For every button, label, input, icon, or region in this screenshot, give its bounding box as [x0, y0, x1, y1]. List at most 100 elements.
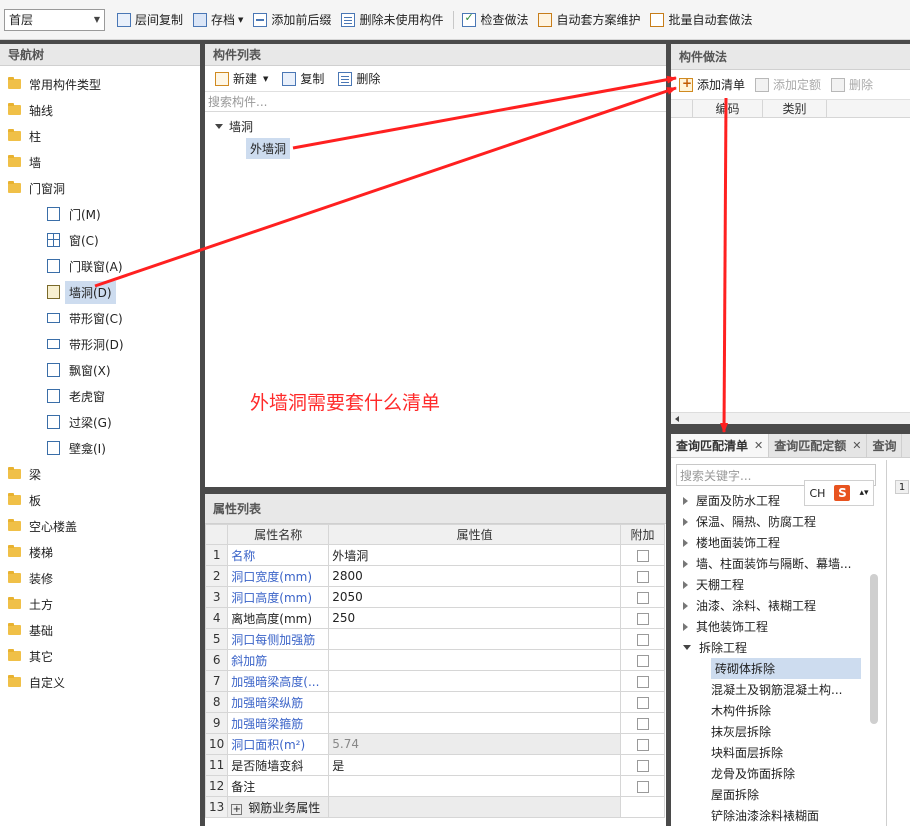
nav-group-item[interactable]: 门窗洞	[8, 176, 65, 200]
nav-child-item[interactable]: 门联窗(A)	[47, 254, 123, 278]
close-icon[interactable]: ✕	[852, 439, 861, 452]
property-row[interactable]: 11 是否随墙变斜是	[204, 754, 665, 776]
nav-child-item[interactable]: 飘窗(X)	[47, 358, 111, 382]
query-category[interactable]: 保温、隔热、防腐工程	[683, 511, 816, 532]
property-row[interactable]: 6 斜加筋	[204, 649, 665, 671]
attach-checkbox[interactable]	[636, 738, 649, 751]
query-subitem[interactable]: 抹灰层拆除	[711, 721, 771, 742]
query-subitem[interactable]: 木构件拆除	[711, 700, 771, 721]
nav-group-item[interactable]: 土方	[8, 592, 53, 616]
attach-checkbox[interactable]	[636, 633, 649, 646]
property-row[interactable]: 2 洞口宽度(mm) 2800	[204, 565, 665, 587]
property-value[interactable]	[328, 628, 622, 650]
query-subitem[interactable]: 块料面层拆除	[711, 742, 783, 763]
property-value[interactable]	[328, 775, 622, 797]
archive-button[interactable]: 存档 ▼	[189, 8, 249, 32]
query-category[interactable]: 天棚工程	[683, 574, 744, 595]
attach-checkbox[interactable]	[636, 780, 649, 793]
property-value[interactable]	[328, 649, 622, 671]
property-row[interactable]: 9 加强暗梁箍筋	[204, 712, 665, 734]
vertical-scrollbar[interactable]	[870, 574, 878, 724]
property-value[interactable]: 2800	[328, 565, 622, 587]
nav-child-item[interactable]: 门(M)	[47, 202, 101, 226]
add-prefix-suffix-button[interactable]: 添加前后缀	[249, 8, 337, 32]
query-subitem[interactable]: 屋面拆除	[711, 784, 759, 805]
close-icon[interactable]: ✕	[754, 439, 763, 452]
attach-checkbox[interactable]	[636, 717, 649, 730]
property-value[interactable]	[328, 670, 622, 692]
attach-checkbox[interactable]	[636, 570, 649, 583]
query-subitem[interactable]: 铲除油漆涂料裱糊面	[711, 805, 819, 826]
property-value[interactable]: 是	[328, 754, 622, 776]
query-category[interactable]: 油漆、涂料、裱糊工程	[683, 595, 816, 616]
delete-unused-button[interactable]: 删除未使用构件	[337, 8, 449, 32]
nav-group-item[interactable]: 基础	[8, 618, 53, 642]
nav-child-item[interactable]: 老虎窗	[47, 384, 105, 408]
property-value[interactable]	[328, 796, 622, 818]
attach-checkbox[interactable]	[636, 759, 649, 772]
copy-button[interactable]: 复制	[278, 67, 334, 91]
auto-scheme-button[interactable]: 自动套方案维护	[534, 8, 646, 32]
property-row[interactable]: 4 离地高度(mm) 250	[204, 607, 665, 629]
nav-item-wall-hole[interactable]: 墙洞(D)	[47, 280, 116, 304]
property-value[interactable]: 外墙洞	[328, 544, 622, 566]
nav-group-item[interactable]: 板	[8, 488, 41, 512]
property-value[interactable]: 250	[328, 607, 622, 629]
nav-group-item[interactable]: 轴线	[8, 98, 53, 122]
property-row[interactable]: 8 加强暗梁纵筋	[204, 691, 665, 713]
query-category[interactable]: 屋面及防水工程	[683, 490, 780, 511]
batch-auto-button[interactable]: 批量自动套做法	[646, 8, 758, 32]
new-button[interactable]: 新建 ▼	[211, 67, 278, 91]
nav-group-item[interactable]: 墙	[8, 150, 41, 174]
horizontal-scrollbar[interactable]	[671, 412, 910, 424]
nav-child-item[interactable]: 带形窗(C)	[47, 306, 123, 330]
nav-group-item[interactable]: 空心楼盖	[8, 514, 77, 538]
floor-copy-button[interactable]: 层间复制	[113, 8, 189, 32]
property-row[interactable]: 3 洞口高度(mm) 2050	[204, 586, 665, 608]
property-value[interactable]: 2050	[328, 586, 622, 608]
property-row[interactable]: 1 名称 外墙洞	[204, 544, 665, 566]
add-quota-button[interactable]: 添加定额	[751, 73, 827, 97]
attach-checkbox[interactable]	[636, 591, 649, 604]
delete-button[interactable]: 删除	[334, 67, 390, 91]
nav-group-item[interactable]: 梁	[8, 462, 41, 486]
nav-child-item[interactable]: 带形洞(D)	[47, 332, 124, 356]
expand-plus-icon[interactable]: +	[231, 803, 243, 815]
tab-match-list[interactable]: 查询匹配清单 ✕	[671, 434, 770, 457]
tab-match-quota[interactable]: 查询匹配定额 ✕	[769, 434, 868, 457]
property-row[interactable]: 5 洞口每侧加强筋	[204, 628, 665, 650]
attach-checkbox[interactable]	[636, 549, 649, 562]
nav-group-item[interactable]: 自定义	[8, 670, 65, 694]
tree-node-selected[interactable]: 外墙洞	[246, 137, 291, 159]
property-value[interactable]	[328, 712, 622, 734]
property-row[interactable]: 13 + 钢筋业务属性	[204, 796, 665, 818]
attach-checkbox[interactable]	[636, 612, 649, 625]
attach-checkbox[interactable]	[636, 696, 649, 709]
nav-child-item[interactable]: 壁龛(I)	[47, 436, 106, 460]
query-subitem-selected[interactable]: 砖砌体拆除	[711, 658, 861, 679]
query-category[interactable]: 楼地面装饰工程	[683, 532, 780, 553]
query-subitem[interactable]: 混凝土及钢筋混凝土构...	[711, 679, 842, 700]
property-row[interactable]: 10 洞口面积(m²) 5.74	[204, 733, 665, 755]
tree-node-parent[interactable]: 墙洞	[215, 116, 253, 136]
property-value[interactable]	[328, 691, 622, 713]
nav-group-item[interactable]: 其它	[8, 644, 53, 668]
query-subitem[interactable]: 龙骨及饰面拆除	[711, 763, 795, 784]
attach-checkbox[interactable]	[636, 654, 649, 667]
method-delete-button[interactable]: 删除	[827, 73, 879, 97]
add-list-button[interactable]: 添加清单	[675, 73, 751, 97]
nav-child-item[interactable]: 过梁(G)	[47, 410, 112, 434]
query-category[interactable]: 墙、柱面装饰与隔断、幕墙...	[683, 553, 851, 574]
check-method-button[interactable]: 检查做法	[458, 8, 534, 32]
floor-select[interactable]: 首层 ▼	[4, 8, 105, 31]
nav-group-item[interactable]: 装修	[8, 566, 53, 590]
query-category[interactable]: 其他装饰工程	[683, 616, 768, 637]
nav-child-item[interactable]: 窗(C)	[47, 228, 99, 252]
attach-checkbox[interactable]	[636, 675, 649, 688]
nav-group-item[interactable]: 柱	[8, 124, 41, 148]
query-category[interactable]: 拆除工程	[683, 637, 747, 658]
tab-query[interactable]: 查询	[867, 434, 903, 457]
nav-group-item[interactable]: 常用构件类型	[8, 72, 101, 96]
nav-group-item[interactable]: 楼梯	[8, 540, 53, 564]
component-search-input[interactable]: 搜索构件...	[205, 92, 666, 112]
